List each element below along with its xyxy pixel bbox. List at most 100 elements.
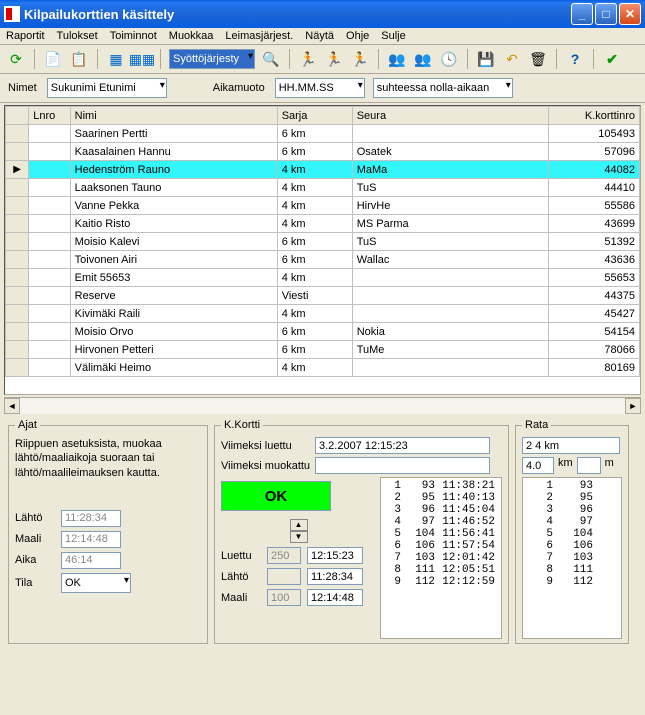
window-title: Kilpailukorttien käsittely — [24, 7, 569, 22]
aikamuoto-select[interactable]: HH.MM.SS — [275, 78, 365, 98]
menu-leimasjarjest[interactable]: Leimasjärjest. — [225, 30, 293, 42]
undo-icon[interactable]: ↶ — [502, 49, 522, 69]
clock-icon[interactable]: 🕓 — [439, 49, 459, 69]
ok-button[interactable]: OK — [221, 481, 331, 511]
rata-legend: Rata — [522, 419, 551, 431]
grid2-icon[interactable]: ▦▦ — [132, 49, 152, 69]
table-row[interactable]: Vanne Pekka4 kmHirvHe55586 — [6, 197, 640, 215]
search-icon[interactable]: 🔍 — [261, 49, 281, 69]
check-icon[interactable]: ✔ — [602, 49, 622, 69]
viimeksi-luettu-field[interactable] — [315, 437, 490, 454]
kortti-panel: K.Kortti Viimeksi luettu Viimeksi muokat… — [214, 419, 509, 644]
table-row[interactable]: Saarinen Pertti6 km105493 — [6, 125, 640, 143]
maximize-button[interactable]: □ — [595, 3, 617, 25]
rata-panel: Rata km m 193295396497510461067103811191… — [515, 419, 629, 644]
minimize-button[interactable]: _ — [571, 3, 593, 25]
nimet-select[interactable]: Sukunimi Etunimi — [47, 78, 167, 98]
refresh-icon[interactable]: ⟳ — [6, 49, 26, 69]
table-row[interactable]: Välimäki Heimo4 km80169 — [6, 359, 640, 377]
ajat-info: Riippuen asetuksista, muokaa lähtö/maali… — [15, 437, 201, 480]
toolbar: ⟳ 📄 📋 ▦ ▦▦ Syöttöjärjesty 🔍 🏃 🏃 🏃 👥 👥 🕓 … — [0, 45, 645, 74]
table-row[interactable]: Hirvonen Petteri6 kmTuMe78066 — [6, 341, 640, 359]
menu-tulokset[interactable]: Tulokset — [57, 30, 98, 42]
controls-list: 19329539649751046106710381119112 — [522, 477, 622, 639]
ajat-panel: Ajat Riippuen asetuksista, muokaa lähtö/… — [8, 419, 208, 644]
viimeksi-muokattu-field[interactable] — [315, 457, 490, 474]
table-row[interactable]: Toivonen Airi6 kmWallac43636 — [6, 251, 640, 269]
menu-nayta[interactable]: Näytä — [305, 30, 334, 42]
close-button[interactable]: ✕ — [619, 3, 641, 25]
suhteessa-select[interactable]: suhteessa nolla-aikaan — [373, 78, 513, 98]
grid1-icon[interactable]: ▦ — [106, 49, 126, 69]
aika-label: Aika — [15, 554, 55, 566]
table-row[interactable]: Emit 556534 km55653 — [6, 269, 640, 287]
table-row[interactable]: ReserveViesti44375 — [6, 287, 640, 305]
dist-field[interactable] — [522, 457, 554, 474]
viimeksi-muokattu-label: Viimeksi muokattu — [221, 460, 311, 472]
delete-icon[interactable]: 🗑 — [528, 49, 548, 69]
doc-icon[interactable]: 📄 — [43, 49, 63, 69]
kortti-legend: K.Kortti — [221, 419, 263, 431]
col-nimi[interactable]: Nimi — [70, 107, 277, 125]
col-selector[interactable] — [6, 107, 29, 125]
viimeksi-luettu-label: Viimeksi luettu — [221, 440, 311, 452]
list-icon[interactable]: 📋 — [69, 49, 89, 69]
spinner[interactable]: ▲▼ — [290, 519, 308, 543]
tila-select[interactable]: OK — [61, 573, 131, 593]
sort-select[interactable]: Syöttöjärjesty — [169, 49, 255, 69]
luettu-label: Luettu — [221, 550, 261, 562]
col-lnro[interactable]: Lnro — [29, 107, 70, 125]
menu-raportit[interactable]: Raportit — [6, 30, 45, 42]
course-field[interactable] — [522, 437, 620, 454]
table-row[interactable]: Kaasalainen Hannu6 kmOsatek57096 — [6, 143, 640, 161]
table-row[interactable]: Moisio Orvo6 kmNokia54154 — [6, 323, 640, 341]
app-icon — [4, 6, 20, 22]
menu-muokkaa[interactable]: Muokkaa — [169, 30, 214, 42]
ajat-legend: Ajat — [15, 419, 40, 431]
k-lahto-label: Lähtö — [221, 571, 261, 583]
scroll-left-icon[interactable]: ◄ — [4, 398, 20, 414]
filter-bar: Nimet Sukunimi Etunimi Aikamuoto HH.MM.S… — [0, 74, 645, 103]
k-lahto-t[interactable] — [307, 568, 363, 585]
col-kortti[interactable]: K.korttinro — [549, 107, 640, 125]
group2-icon[interactable]: 👥 — [413, 49, 433, 69]
competitors-grid[interactable]: Lnro Nimi Sarja Seura K.korttinro Saarin… — [4, 105, 641, 395]
save-icon[interactable]: 💾 — [476, 49, 496, 69]
horizontal-scrollbar[interactable]: ◄ ► — [4, 397, 641, 413]
table-row[interactable]: ▶Hedenström Rauno4 kmMaMa44082 — [6, 161, 640, 179]
nimet-label: Nimet — [8, 82, 37, 94]
help-icon[interactable]: ? — [565, 49, 585, 69]
scroll-right-icon[interactable]: ► — [625, 398, 641, 414]
col-sarja[interactable]: Sarja — [277, 107, 352, 125]
k-maali-n — [267, 589, 301, 606]
table-row[interactable]: Laaksonen Tauno4 kmTuS44410 — [6, 179, 640, 197]
lahto-label: Lähtö — [15, 512, 55, 524]
tila-label: Tila — [15, 577, 55, 589]
titlebar: Kilpailukorttien käsittely _ □ ✕ — [0, 0, 645, 28]
aikamuoto-label: Aikamuoto — [213, 82, 265, 94]
runners2-icon[interactable]: 🏃 — [324, 49, 344, 69]
group1-icon[interactable]: 👥 — [387, 49, 407, 69]
col-seura[interactable]: Seura — [352, 107, 549, 125]
lahto-field[interactable] — [61, 510, 121, 527]
k-maali-label: Maali — [221, 592, 261, 604]
table-row[interactable]: Kivimäki Raili4 km45427 — [6, 305, 640, 323]
menu-toiminnot[interactable]: Toiminnot — [110, 30, 157, 42]
menu-ohje[interactable]: Ohje — [346, 30, 369, 42]
splits-list: 19311:38:2129511:40:1339611:45:0449711:4… — [380, 477, 502, 639]
k-maali-t[interactable] — [307, 589, 363, 606]
m-label: m — [605, 457, 614, 474]
luettu-t[interactable] — [307, 547, 363, 564]
table-row[interactable]: Kaitio Risto4 kmMS Parma43699 — [6, 215, 640, 233]
menu-sulje[interactable]: Sulje — [381, 30, 405, 42]
m-field[interactable] — [577, 457, 601, 474]
luettu-n — [267, 547, 301, 564]
runners1-icon[interactable]: 🏃 — [298, 49, 318, 69]
aika-field[interactable] — [61, 552, 121, 569]
maali-label: Maali — [15, 533, 55, 545]
menubar: Raportit Tulokset Toiminnot Muokkaa Leim… — [0, 28, 645, 45]
maali-field[interactable] — [61, 531, 121, 548]
k-lahto-n — [267, 568, 301, 585]
table-row[interactable]: Moisio Kalevi6 kmTuS51392 — [6, 233, 640, 251]
runners3-icon[interactable]: 🏃 — [350, 49, 370, 69]
